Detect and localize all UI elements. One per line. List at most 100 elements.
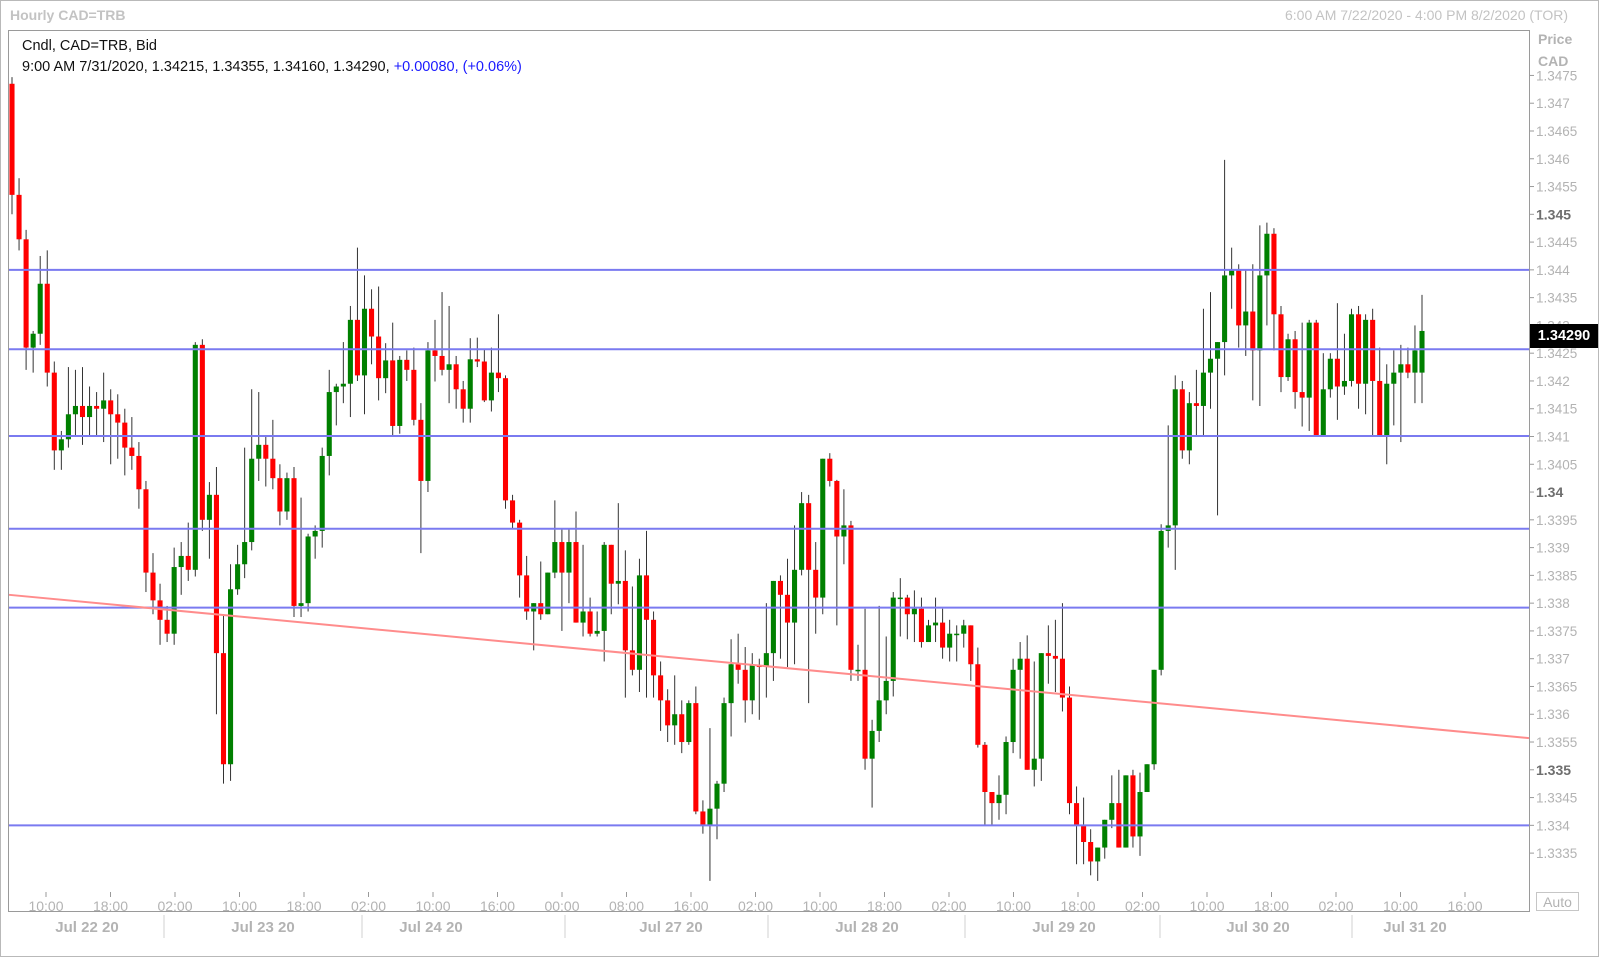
candle-down: [79, 405, 86, 418]
x-tick-label: 10:00: [802, 898, 837, 914]
y-tick-label: 1.347: [1536, 96, 1570, 111]
candle-up: [1384, 383, 1390, 437]
candle-down: [742, 669, 748, 701]
candle-down: [481, 361, 487, 401]
ohlc-text: 9:00 AM 7/31/2020, 1.34215, 1.34355, 1.3…: [22, 59, 390, 75]
candle-up: [298, 603, 304, 606]
x-tick-label: 00:00: [544, 898, 579, 914]
candle-down: [150, 572, 156, 601]
candle-down: [23, 239, 29, 348]
y-tick-label: 1.345: [1536, 206, 1571, 222]
candle-down: [1024, 658, 1030, 770]
candle-down: [1278, 314, 1284, 378]
candle-down: [813, 569, 819, 598]
candle-down: [453, 364, 459, 390]
candle-down: [277, 478, 283, 512]
x-tick-label: 10:00: [415, 898, 450, 914]
candle-up: [72, 405, 78, 415]
candle-up: [594, 630, 600, 634]
candle-down: [1179, 389, 1185, 451]
x-tick-label: 10:00: [222, 898, 257, 914]
candle-down: [1250, 311, 1256, 351]
candle-up: [340, 383, 346, 387]
x-tick-label: 10:00: [996, 898, 1031, 914]
candle-down: [651, 619, 657, 676]
candle-down: [263, 444, 269, 459]
y-tick-label: 1.3355: [1536, 735, 1577, 750]
trendline: [8, 593, 1530, 740]
candle-up: [235, 564, 241, 590]
candle-up: [30, 333, 36, 348]
instrument-label: Cndl, CAD=TRB, Bid: [22, 38, 157, 54]
candle-down: [291, 478, 297, 606]
candle-up: [171, 567, 177, 634]
candle-down: [129, 447, 135, 456]
x-tick-label: 16:00: [1447, 898, 1482, 914]
candle-down: [982, 744, 988, 793]
candle-up: [728, 664, 734, 704]
candle-up: [869, 730, 875, 759]
candle-down: [1088, 842, 1094, 862]
y-tick-label: 1.3415: [1536, 402, 1577, 417]
x-tick-label: 18:00: [286, 898, 321, 914]
x-date-label: Jul 31 20: [1383, 919, 1446, 936]
y-tick-label: 1.3435: [1536, 291, 1577, 306]
candle-down: [806, 503, 812, 570]
candle-up: [37, 283, 43, 334]
ohlc-info: Cndl, CAD=TRB, Bid 9:00 AM 7/31/2020, 1.…: [22, 36, 522, 78]
candle-down: [199, 344, 205, 520]
candle-up: [672, 714, 678, 726]
candle-up: [467, 359, 473, 409]
price-chart[interactable]: 1.34751.3471.34651.3461.34551.3451.34451…: [0, 0, 1600, 958]
candle-down: [1059, 658, 1065, 698]
candle-down: [1130, 775, 1136, 837]
candle-up: [1186, 403, 1192, 451]
y-tick-label: 1.339: [1536, 541, 1570, 556]
x-tick-label: 10:00: [28, 898, 63, 914]
candle-down: [1370, 319, 1376, 381]
candle-up: [361, 308, 368, 376]
candle-up: [1109, 803, 1115, 820]
y-tick-label: 1.3375: [1536, 624, 1577, 639]
candle-up: [714, 783, 720, 809]
candle-down: [9, 83, 15, 195]
x-tick-label: 02:00: [157, 898, 192, 914]
x-date-label: Jul 24 20: [399, 919, 462, 936]
candle-down: [975, 664, 981, 745]
candle-up: [1285, 339, 1291, 378]
candle-up: [242, 542, 248, 565]
candle-up: [792, 569, 798, 623]
y-tick-label: 1.338: [1536, 596, 1570, 611]
y-tick-label: 1.3345: [1536, 791, 1577, 806]
y-tick-label: 1.3395: [1536, 513, 1577, 528]
candle-up: [580, 611, 586, 623]
candle-down: [213, 494, 219, 654]
y-tick-label: 1.3425: [1536, 346, 1577, 361]
candle-down: [862, 669, 868, 759]
candle-up: [721, 703, 727, 784]
x-tick-label: 16:00: [673, 898, 708, 914]
y-tick-label: 1.334: [1536, 818, 1570, 833]
candle-down: [1334, 358, 1340, 387]
candle-up: [552, 542, 558, 573]
x-tick-label: 02:00: [351, 898, 386, 914]
candle-up: [87, 405, 93, 418]
x-date-label: Jul 22 20: [55, 919, 118, 936]
candle-down: [390, 360, 396, 426]
axis-title: Price: [1538, 31, 1573, 47]
x-date-label: Jul 29 20: [1032, 919, 1095, 936]
candle-up: [206, 494, 212, 520]
candle-down: [51, 372, 57, 451]
auto-scale-button[interactable]: Auto: [1536, 892, 1579, 911]
y-tick-label: 1.3385: [1536, 568, 1577, 583]
candle-up: [799, 503, 805, 570]
candle-up: [749, 665, 755, 701]
candle-down: [136, 455, 142, 490]
candle-up: [925, 625, 932, 643]
candle-down: [502, 378, 509, 501]
candle-up: [1419, 330, 1425, 373]
candle-up: [615, 580, 621, 584]
candle-down: [679, 714, 685, 743]
candle-up: [1391, 372, 1397, 384]
candle-down: [418, 419, 424, 481]
